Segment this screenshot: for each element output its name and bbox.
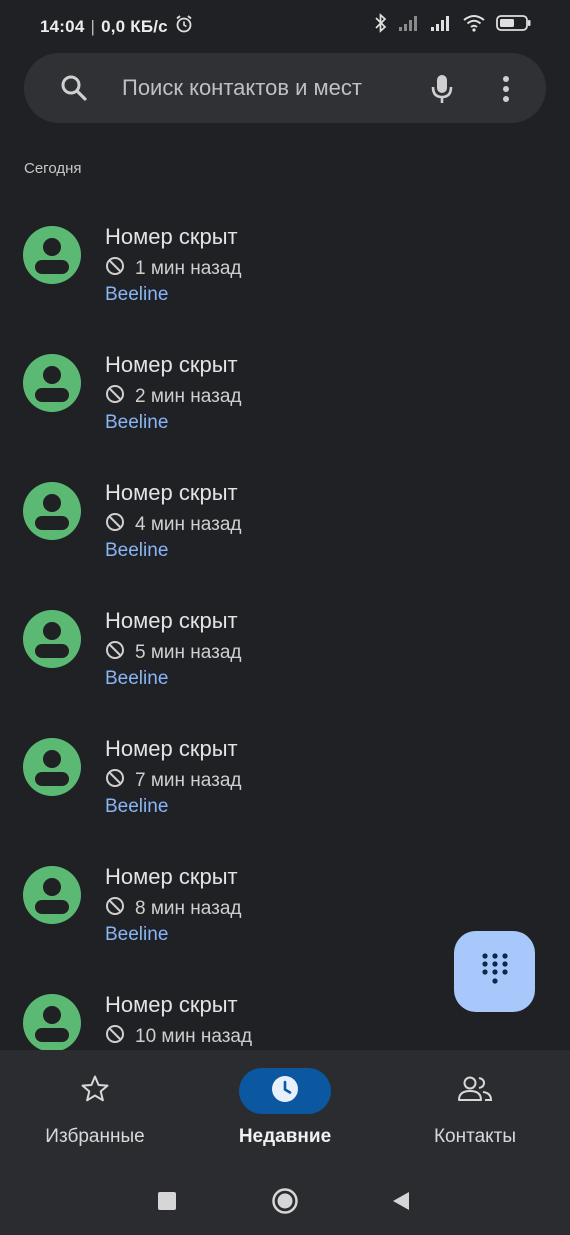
call-carrier: Beeline (105, 796, 169, 817)
avatar[interactable] (23, 610, 81, 668)
dialpad-icon (481, 952, 509, 991)
call-time: 7 мин назад (135, 769, 242, 791)
tab-recents-icon-wrap[interactable] (239, 1068, 331, 1114)
call-meta: 4 мин назад (105, 512, 242, 537)
call-carrier: Beeline (105, 412, 169, 433)
alarm-icon (174, 14, 194, 39)
status-net-speed: 0,0 КБ/с (101, 16, 168, 36)
mic-icon[interactable] (429, 73, 455, 110)
search-input[interactable]: Поиск контактов и мест (122, 75, 362, 101)
call-meta: 7 мин назад (105, 768, 242, 793)
call-carrier: Beeline (105, 284, 169, 305)
call-meta: 2 мин назад (105, 384, 242, 409)
avatar[interactable] (23, 866, 81, 924)
blocked-icon (105, 512, 125, 537)
call-meta: 10 мин назад (105, 1024, 252, 1049)
avatar[interactable] (23, 226, 81, 284)
tab-favorites-icon-wrap[interactable] (49, 1068, 141, 1114)
signal-icon (430, 14, 452, 37)
call-carrier: Beeline (105, 540, 169, 561)
call-name: Номер скрыт (105, 224, 238, 249)
people-icon (457, 1074, 493, 1109)
tab-recents-label[interactable]: Недавние (190, 1126, 380, 1148)
call-name: Номер скрыт (105, 352, 238, 377)
call-meta: 5 мин назад (105, 640, 242, 665)
call-name: Номер скрыт (105, 736, 238, 761)
tab-contacts[interactable]: Контакты (380, 1068, 570, 1148)
call-name: Номер скрыт (105, 608, 238, 633)
tab-contacts-icon-wrap[interactable] (429, 1068, 521, 1114)
call-time: 5 мин назад (135, 641, 242, 663)
signal-icon (398, 14, 420, 37)
blocked-icon (105, 768, 125, 793)
tab-recents[interactable]: Недавние (190, 1068, 380, 1148)
wifi-icon (462, 14, 486, 37)
home-icon[interactable] (271, 1187, 299, 1220)
clock-icon (270, 1074, 300, 1109)
section-header-today: Сегодня (24, 160, 82, 177)
avatar[interactable] (23, 994, 81, 1050)
tab-favorites-label[interactable]: Избранные (0, 1126, 190, 1148)
call-time: 4 мин назад (135, 513, 242, 535)
tab-favorites[interactable]: Избранные (0, 1068, 190, 1148)
call-list-item[interactable]: Номер скрыт 1 мин назад Beeline (0, 200, 570, 328)
call-list-item[interactable]: Номер скрыт 5 мин назад Beeline (0, 584, 570, 712)
call-list-item[interactable]: Номер скрыт 2 мин назад Beeline (0, 328, 570, 456)
star-icon (80, 1074, 110, 1109)
call-list: Номер скрыт 1 мин назад Beeline Номер ск… (0, 200, 570, 1050)
call-time: 2 мин назад (135, 385, 242, 407)
call-meta: 8 мин назад (105, 896, 242, 921)
status-separator: | (90, 16, 96, 36)
status-right (374, 13, 532, 38)
system-navigation (0, 1176, 570, 1226)
recent-apps-icon[interactable] (157, 1191, 177, 1216)
blocked-icon (105, 1024, 125, 1049)
call-time: 1 мин назад (135, 257, 242, 279)
blocked-icon (105, 896, 125, 921)
avatar[interactable] (23, 354, 81, 412)
more-vert-icon[interactable] (502, 75, 510, 108)
dialpad-button[interactable] (454, 931, 535, 1012)
blocked-icon (105, 640, 125, 665)
call-list-item[interactable]: Номер скрыт 4 мин назад Beeline (0, 456, 570, 584)
call-name: Номер скрыт (105, 992, 238, 1017)
blocked-icon (105, 256, 125, 281)
call-carrier: Beeline (105, 924, 169, 945)
call-carrier: Beeline (105, 668, 169, 689)
avatar[interactable] (23, 738, 81, 796)
status-bar: 14:04 | 0,0 КБ/с (0, 0, 570, 50)
call-name: Номер скрыт (105, 480, 238, 505)
call-time: 8 мин назад (135, 897, 242, 919)
blocked-icon (105, 384, 125, 409)
call-time: 10 мин назад (135, 1025, 253, 1047)
status-left: 14:04 | 0,0 КБ/с (40, 14, 194, 39)
battery-icon (496, 14, 532, 37)
avatar[interactable] (23, 482, 81, 540)
back-icon[interactable] (391, 1190, 411, 1217)
status-time: 14:04 (40, 16, 85, 36)
call-meta: 1 мин назад (105, 256, 242, 281)
call-name: Номер скрыт (105, 864, 238, 889)
bluetooth-icon (374, 13, 388, 38)
search-bar[interactable]: Поиск контактов и мест (24, 53, 546, 123)
tab-contacts-label[interactable]: Контакты (380, 1126, 570, 1148)
call-list-item[interactable]: Номер скрыт 7 мин назад Beeline (0, 712, 570, 840)
search-icon[interactable] (60, 74, 88, 107)
